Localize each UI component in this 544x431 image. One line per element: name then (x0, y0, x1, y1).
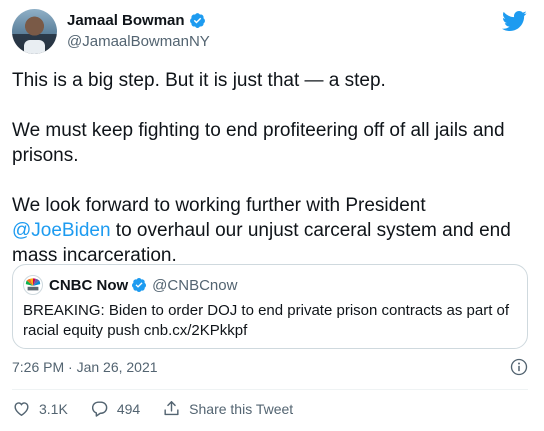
share-icon (164, 401, 179, 416)
quoted-verified-badge-icon (132, 278, 147, 292)
twitter-bird-icon[interactable] (501, 10, 527, 32)
mention-link[interactable]: @JoeBiden (12, 220, 111, 241)
tweet-paragraph-3: We look forward to working further with … (12, 193, 527, 268)
tweet-timestamp[interactable]: 7:26 PM · Jan 26, 2021 (12, 359, 158, 375)
quoted-handle[interactable]: @CNBCnow (152, 277, 237, 294)
like-button[interactable]: 3.1K (12, 399, 68, 418)
heart-icon (14, 402, 29, 417)
reply-count: 494 (116, 400, 141, 417)
reply-icon (91, 401, 108, 417)
author-handle[interactable]: @JamaalBowmanNY (67, 33, 210, 50)
tweet-paragraph-2: We must keep fighting to end profiteerin… (12, 120, 505, 166)
author-display-name[interactable]: Jamaal Bowman (67, 12, 185, 29)
avatar[interactable] (12, 9, 57, 54)
share-button[interactable]: Share this Tweet (162, 399, 293, 418)
cnbc-peacock-logo (23, 275, 43, 295)
verified-badge-icon (189, 13, 205, 28)
reply-button[interactable]: 494 (90, 399, 140, 418)
quoted-tweet-header: CNBC Now @CNBCnow (23, 275, 237, 295)
author-name-row[interactable]: Jamaal Bowman (67, 12, 206, 29)
tweet-text: This is a big step. But it is just that … (12, 68, 527, 268)
action-bar: 3.1K 494 Share this Tweet (12, 399, 315, 418)
quoted-tweet[interactable]: CNBC Now @CNBCnow BREAKING: Biden to ord… (12, 264, 528, 349)
share-label: Share this Tweet (189, 400, 294, 417)
like-count: 3.1K (39, 400, 68, 417)
divider (12, 389, 528, 390)
tweet-paragraph-1: This is a big step. But it is just that … (12, 70, 386, 91)
tweet-paragraph-3-start: We look forward to working further with … (12, 195, 426, 216)
tweet-card: Jamaal Bowman @JamaalBowmanNY This is a … (0, 0, 544, 431)
info-icon[interactable] (510, 358, 528, 376)
quoted-display-name[interactable]: CNBC Now (49, 277, 128, 294)
quoted-tweet-text: BREAKING: Biden to order DOJ to end priv… (23, 302, 510, 339)
